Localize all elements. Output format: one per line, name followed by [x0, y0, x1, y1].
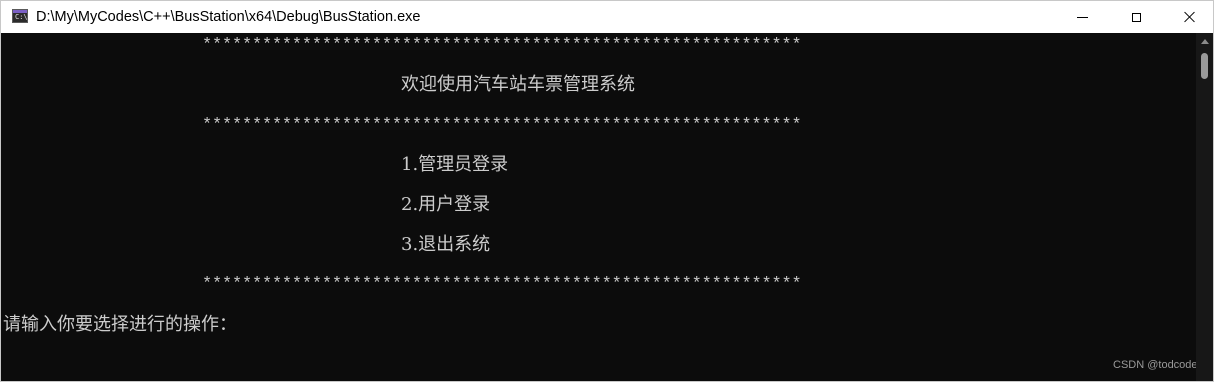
console-app-icon[interactable]: C:\	[12, 9, 28, 23]
close-icon	[1184, 11, 1196, 23]
divider-line-bottom: ****************************************…	[202, 275, 802, 294]
console-window: C:\ D:\My\MyCodes\C++\BusStation\x64\Deb…	[0, 0, 1214, 382]
close-button[interactable]	[1167, 1, 1213, 33]
scroll-up-arrow-icon[interactable]	[1201, 39, 1209, 44]
vertical-scrollbar[interactable]	[1196, 33, 1213, 381]
window-title: D:\My\MyCodes\C++\BusStation\x64\Debug\B…	[36, 9, 421, 25]
menu-option-user-login: 2.用户登录	[401, 194, 491, 215]
title-bar[interactable]: C:\ D:\My\MyCodes\C++\BusStation\x64\Deb…	[1, 1, 1213, 33]
menu-option-exit: 3.退出系统	[401, 234, 491, 255]
app-icon-glyph: C:\	[15, 13, 28, 21]
system-title: 欢迎使用汽车站车票管理系统	[401, 74, 635, 95]
watermark: CSDN @todcode	[1113, 359, 1198, 371]
scrollbar-thumb[interactable]	[1201, 53, 1208, 79]
input-prompt: 请输入你要选择进行的操作：	[3, 314, 237, 335]
divider-line-middle: ****************************************…	[202, 116, 802, 135]
minimize-icon	[1076, 16, 1088, 18]
minimize-button[interactable]	[1059, 1, 1105, 33]
maximize-button[interactable]	[1113, 1, 1159, 33]
divider-line-top: ****************************************…	[202, 36, 802, 55]
console-output[interactable]: ****************************************…	[1, 33, 1198, 381]
menu-option-admin-login: 1.管理员登录	[401, 154, 509, 175]
maximize-icon	[1131, 12, 1141, 22]
